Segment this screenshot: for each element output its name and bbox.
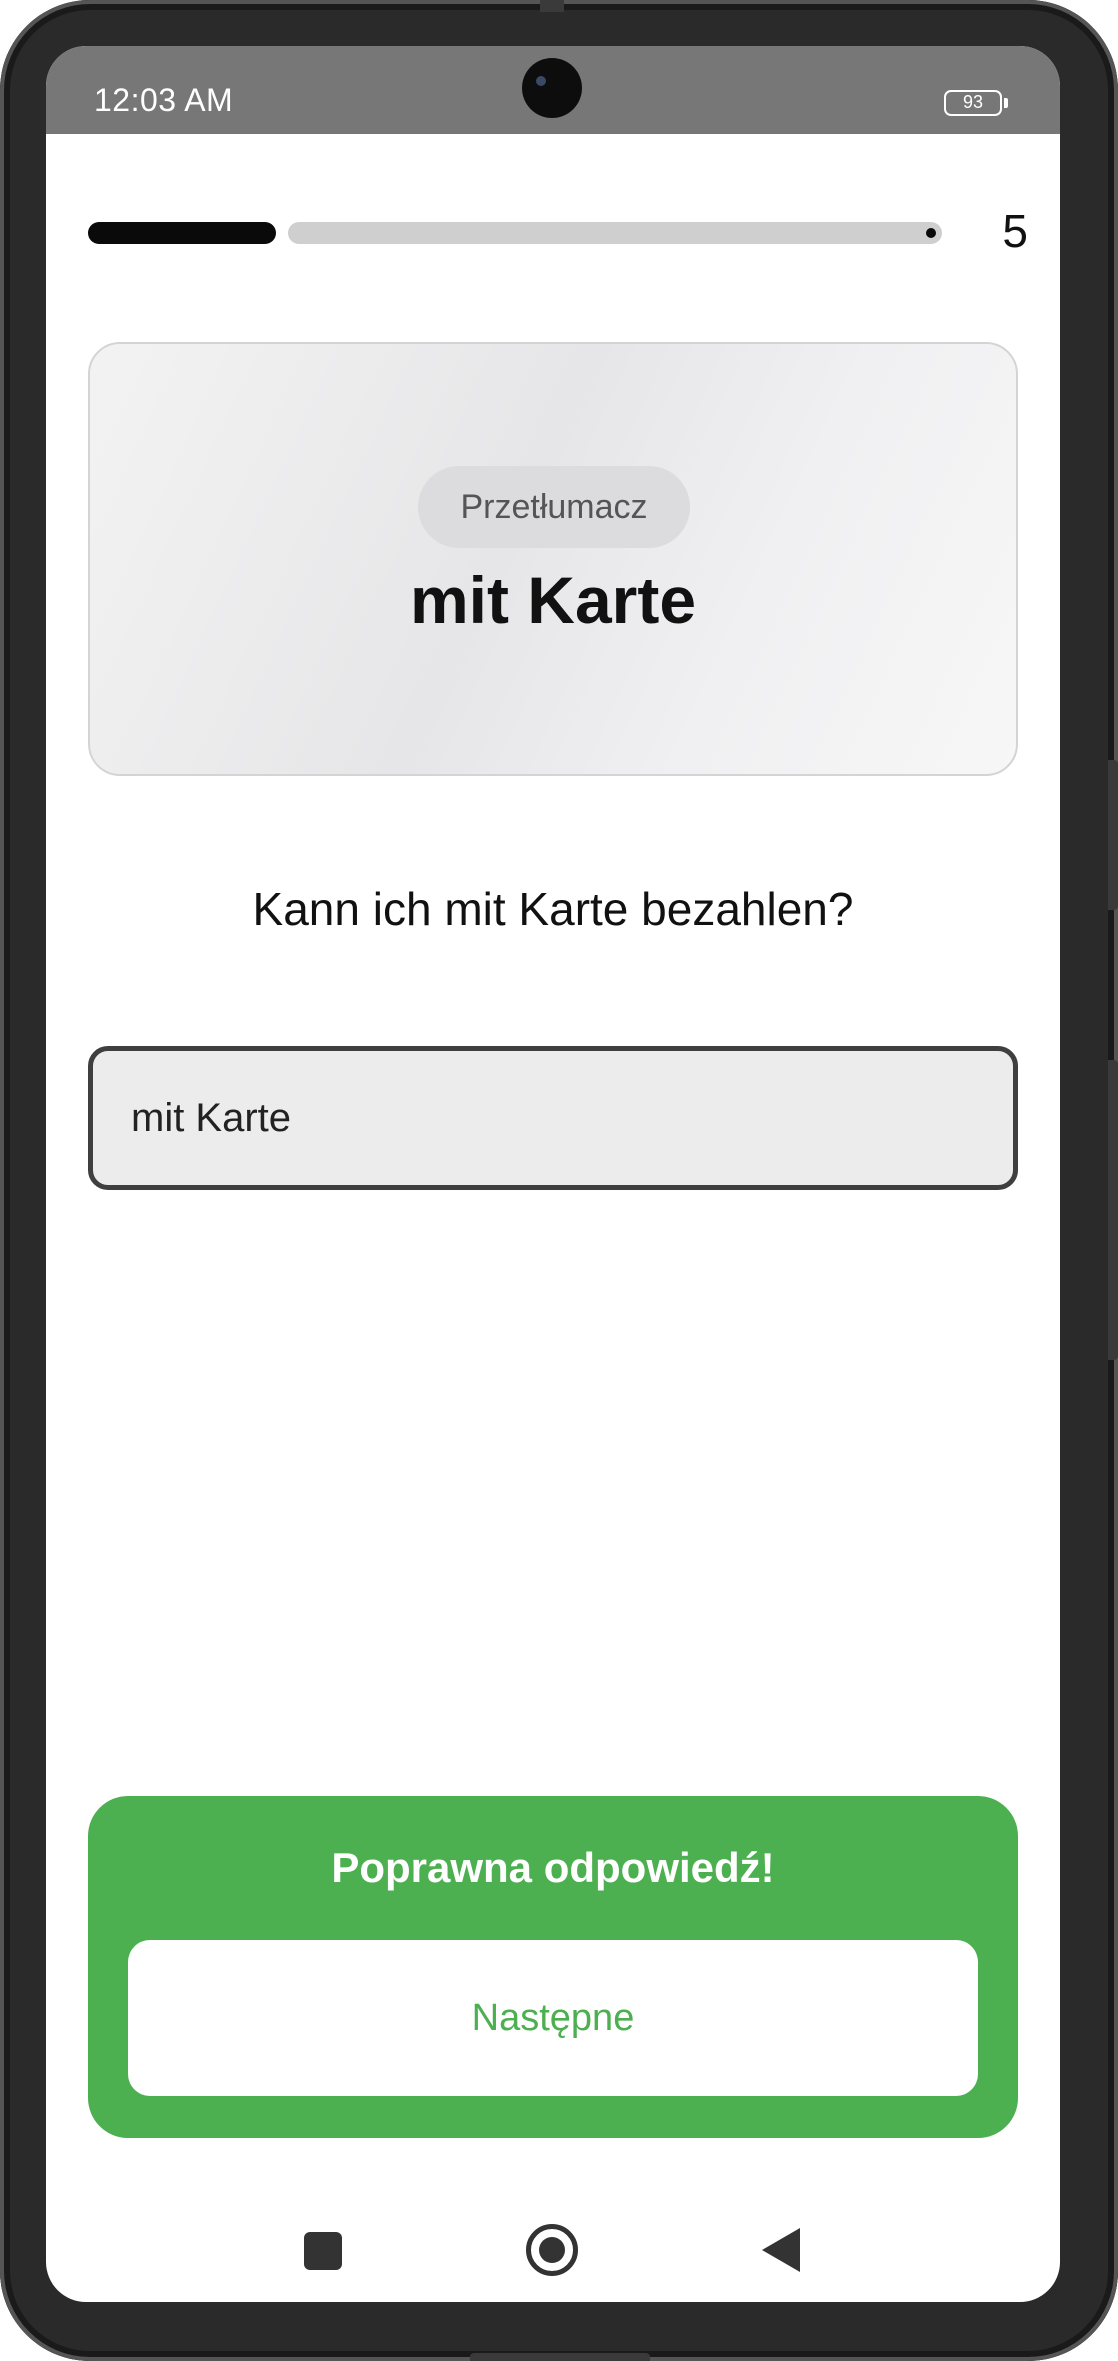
result-message: Poprawna odpowiedź!: [331, 1844, 775, 1891]
example-sentence: Kann ich mit Karte bezahlen?: [252, 883, 854, 935]
flashcard: Przetłumacz mit Karte: [88, 342, 1018, 776]
next-button[interactable]: Następne: [128, 1940, 978, 2096]
progress-count: 5: [1002, 205, 1028, 257]
screen: 12:03 AM 93 5 Przetłumacz mit Karte Kann…: [46, 46, 1060, 2302]
power-button: [1108, 1060, 1118, 1360]
square-icon[interactable]: [304, 2232, 342, 2270]
progress-fill: [88, 222, 276, 244]
result-panel: Poprawna odpowiedź! Następne: [88, 1796, 1018, 2138]
progress-row: 5: [88, 196, 1028, 257]
frame-top-detail: [540, 0, 564, 12]
status-bar: 12:03 AM 93: [46, 46, 1060, 134]
front-camera: [522, 58, 582, 118]
progress-end-dot: [926, 228, 936, 238]
frame-bottom-detail: [470, 2353, 650, 2361]
card-word: mit Karte: [409, 563, 697, 637]
translate-chip: Przetłumacz: [418, 466, 690, 548]
battery-icon: 93: [944, 90, 1008, 116]
answer-input[interactable]: mit Karte: [88, 1046, 1018, 1190]
triangle-back-icon[interactable]: [762, 2228, 800, 2272]
progress-bar: [88, 222, 942, 244]
phone-frame: 12:03 AM 93 5 Przetłumacz mit Karte Kann…: [0, 0, 1118, 2361]
progress-remaining: [288, 222, 942, 244]
navigation-bar: [46, 2206, 1060, 2302]
volume-button: [1108, 760, 1118, 910]
circle-icon[interactable]: [526, 2224, 578, 2276]
status-time: 12:03 AM: [94, 82, 234, 118]
